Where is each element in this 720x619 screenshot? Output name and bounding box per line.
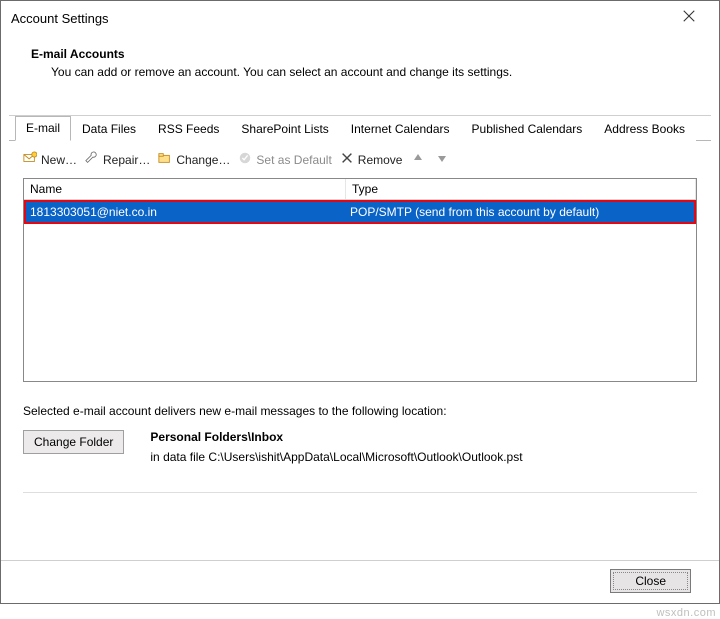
tab-published-calendars[interactable]: Published Calendars: [461, 117, 594, 141]
remove-label: Remove: [358, 153, 403, 167]
header-heading: E-mail Accounts: [31, 47, 709, 61]
tab-address-books[interactable]: Address Books: [593, 117, 696, 141]
folder-row: Change Folder Personal Folders\Inbox in …: [1, 426, 719, 464]
list-header: Name Type: [24, 179, 696, 200]
tab-internet-calendars[interactable]: Internet Calendars: [340, 117, 461, 141]
header-block: E-mail Accounts You can add or remove an…: [1, 31, 719, 87]
envelope-new-icon: [23, 151, 37, 168]
set-default-button: Set as Default: [238, 151, 331, 168]
row-type: POP/SMTP (send from this account by defa…: [346, 202, 694, 222]
table-row[interactable]: 1813303051@niet.co.in POP/SMTP (send fro…: [24, 200, 696, 224]
close-button[interactable]: Close: [610, 569, 691, 593]
change-folder-button[interactable]: Change Folder: [23, 430, 124, 454]
account-settings-window: Account Settings E-mail Accounts You can…: [0, 0, 720, 604]
move-up-icon[interactable]: [410, 152, 426, 167]
row-name: 1813303051@niet.co.in: [26, 202, 346, 222]
change-button[interactable]: Change…: [158, 151, 230, 168]
tab-data-files[interactable]: Data Files: [71, 117, 147, 141]
folder-info: Personal Folders\Inbox in data file C:\U…: [150, 430, 522, 464]
account-list: Name Type 1813303051@niet.co.in POP/SMTP…: [23, 178, 697, 382]
new-label: New…: [41, 153, 77, 167]
tab-email[interactable]: E-mail: [15, 116, 71, 141]
change-label: Change…: [176, 153, 230, 167]
divider-thin: [23, 492, 697, 493]
set-default-label: Set as Default: [256, 153, 331, 167]
folder-change-icon: [158, 151, 172, 168]
move-down-icon[interactable]: [434, 152, 450, 167]
new-button[interactable]: New…: [23, 151, 77, 168]
tab-sharepoint-lists[interactable]: SharePoint Lists: [230, 117, 339, 141]
header-subtext: You can add or remove an account. You ca…: [31, 65, 709, 79]
close-icon[interactable]: [669, 9, 709, 27]
watermark: wsxdn.com: [656, 607, 716, 619]
column-name[interactable]: Name: [24, 179, 346, 199]
check-circle-icon: [238, 151, 252, 168]
window-title: Account Settings: [11, 11, 109, 26]
remove-button[interactable]: Remove: [340, 151, 403, 168]
folder-path: in data file C:\Users\ishit\AppData\Loca…: [150, 450, 522, 464]
bottom-bar: Close: [1, 560, 719, 603]
tab-rss-feeds[interactable]: RSS Feeds: [147, 117, 230, 141]
tab-strip: E-mail Data Files RSS Feeds SharePoint L…: [1, 115, 719, 140]
repair-button[interactable]: Repair…: [85, 151, 150, 168]
titlebar: Account Settings: [1, 1, 719, 31]
toolbar: New… Repair… Change… Set as Default Remo…: [1, 141, 719, 178]
folder-name: Personal Folders\Inbox: [150, 430, 522, 444]
wrench-icon: [85, 151, 99, 168]
x-icon: [340, 151, 354, 168]
column-type[interactable]: Type: [346, 179, 696, 199]
delivers-label: Selected e-mail account delivers new e-m…: [1, 382, 719, 426]
repair-label: Repair…: [103, 153, 150, 167]
